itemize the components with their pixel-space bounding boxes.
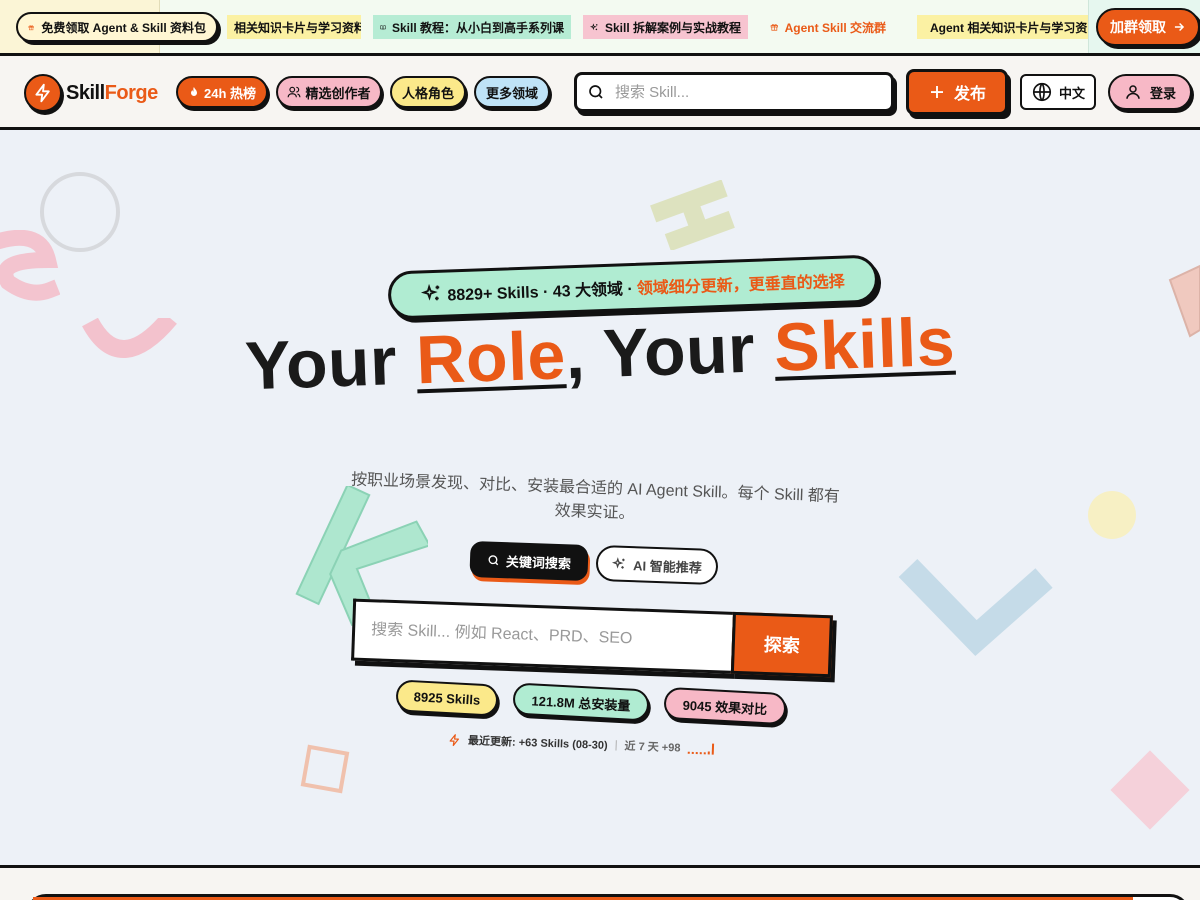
- title-accent-skills: Skills: [772, 303, 957, 386]
- join-group-button[interactable]: 加群领取: [1096, 8, 1200, 46]
- logo-wordmark: SkillForge: [66, 81, 158, 104]
- sparkles-icon: [421, 283, 440, 301]
- recent-updates-label: 最近更新: +63 Skills (08-30): [467, 735, 608, 752]
- nav-label: 精选创作者: [305, 85, 371, 101]
- announcement-bar: 免费领取 Agent & Skill 资料包 相关知识卡片与学习资料 Skill…: [0, 0, 1200, 56]
- search-icon: [488, 554, 499, 565]
- sparkline-bar: [691, 751, 694, 754]
- sparkline-bar: [703, 752, 706, 755]
- fire-icon: [190, 87, 197, 96]
- badge-highlight-text: 领域细分更新，更垂直的选择: [636, 273, 845, 298]
- search-icon: [589, 85, 603, 99]
- recent-updates-separator: |: [614, 739, 618, 752]
- header-search-input[interactable]: [615, 83, 875, 101]
- nav-persona-roles[interactable]: 人格角色: [390, 76, 466, 108]
- announcement-item-cases[interactable]: Skill 拆解案例与实战教程: [583, 15, 748, 39]
- decor-diamond: [1110, 750, 1190, 830]
- announcement-item-label: 相关知识卡片与学习资料: [234, 20, 361, 35]
- sparkline-bar: [695, 752, 698, 755]
- language-switcher[interactable]: 中文: [1020, 74, 1096, 110]
- free-resource-button[interactable]: 免费领取 Agent & Skill 资料包: [16, 12, 218, 42]
- announcement-item-knowledge[interactable]: 相关知识卡片与学习资料: [227, 15, 361, 39]
- login-button[interactable]: 登录: [1108, 74, 1192, 110]
- user-icon: [1126, 85, 1140, 99]
- sparkline-bar: [699, 752, 702, 755]
- announcement-item-label: Skill 拆解案例与实战教程: [604, 20, 741, 35]
- publish-button[interactable]: 发布: [906, 69, 1008, 115]
- site-header: SkillForge 24h 热榜 精选创作者 人格角色 更多领域 发布 中文 …: [0, 56, 1200, 130]
- recent-updates: 最近更新: +63 Skills (08-30) | 近 7 天 +98: [448, 731, 714, 756]
- title-accent-role: Role: [414, 317, 567, 399]
- join-group-label: 加群领取: [1110, 19, 1166, 35]
- tab-label: 关键词搜索: [505, 553, 572, 571]
- globe-icon: [1032, 82, 1052, 102]
- tab-ai-recommend[interactable]: AI 智能推荐: [595, 544, 719, 586]
- gift-icon: [28, 24, 34, 30]
- explore-button[interactable]: 探索: [730, 611, 833, 678]
- nav-featured-creators[interactable]: 精选创作者: [276, 76, 382, 108]
- tab-keyword-search[interactable]: 关键词搜索: [469, 540, 589, 582]
- lightning-icon: [449, 733, 459, 746]
- arrow-right-icon: [1174, 22, 1185, 32]
- stat-label: 8925 Skills: [413, 688, 481, 708]
- nav-hot-24h[interactable]: 24h 热榜: [176, 76, 268, 108]
- hero-search: 探索: [351, 598, 837, 678]
- sparkles-icon: [612, 556, 625, 569]
- announcement-item-label: Agent Skill 交流群: [784, 20, 886, 35]
- stat-comparisons[interactable]: 9045 效果对比: [663, 686, 787, 726]
- sparkline-bar: [687, 751, 690, 754]
- badge-main-text: 8829+ Skills · 43 大领域 ·: [447, 281, 634, 305]
- decor-letter-v: [898, 558, 1053, 656]
- nav-label: 人格角色: [401, 85, 454, 101]
- weekly-updates-label: 近 7 天 +98: [624, 740, 681, 755]
- update-sparkline: [687, 742, 714, 755]
- sparkline-bar: [711, 743, 714, 755]
- hero-search-box[interactable]: [351, 598, 733, 674]
- publish-label: 发布: [953, 86, 986, 103]
- nav-label: 24h 热榜: [203, 85, 256, 101]
- content-card-edge: [26, 894, 1190, 900]
- announcement-item-label: Agent 相关知识卡片与学习资: [930, 20, 1088, 35]
- decor-letter-s: [0, 230, 60, 301]
- announcement-item-knowledge-2[interactable]: Agent 相关知识卡片与学习资: [917, 15, 1088, 39]
- decor-letter-i: [650, 180, 735, 250]
- content-section-top: [0, 868, 1200, 900]
- hero-section: 8829+ Skills · 43 大领域 · 领域细分更新，更垂直的选择 Yo…: [0, 130, 1200, 868]
- login-label: 登录: [1149, 85, 1176, 101]
- nav-label: 更多领域: [485, 85, 538, 101]
- announcement-item-label: Skill 教程：从小白到高手系列课: [391, 20, 564, 35]
- language-label: 中文: [1058, 85, 1085, 101]
- sparkles-icon: [590, 22, 598, 30]
- announcement-item-tutorial[interactable]: Skill 教程：从小白到高手系列课: [373, 15, 571, 39]
- nav-more-domains[interactable]: 更多领域: [474, 76, 550, 108]
- lightning-icon: [24, 74, 62, 112]
- header-search[interactable]: [574, 72, 894, 112]
- stat-label: 121.8M 总安装量: [531, 692, 631, 714]
- plus-icon: [930, 86, 943, 98]
- stat-skills[interactable]: 8925 Skills: [395, 679, 499, 717]
- decor-dot: [1088, 491, 1136, 539]
- announcement-item-group[interactable]: Agent Skill 交流群: [763, 15, 893, 39]
- sparkline-bar: [707, 751, 710, 755]
- users-icon: [288, 86, 301, 98]
- book-icon: [380, 25, 386, 30]
- explore-label: 探索: [763, 634, 801, 657]
- free-resource-label: 免费领取 Agent & Skill 资料包: [41, 20, 206, 35]
- site-logo[interactable]: SkillForge: [24, 74, 158, 112]
- stat-label: 9045 效果对比: [682, 697, 768, 717]
- tab-label: AI 智能推荐: [632, 557, 703, 576]
- hero-search-input[interactable]: [370, 621, 712, 652]
- gift-icon: [770, 24, 778, 31]
- stat-installs[interactable]: 121.8M 总安装量: [512, 682, 650, 722]
- decor-square: [300, 744, 350, 794]
